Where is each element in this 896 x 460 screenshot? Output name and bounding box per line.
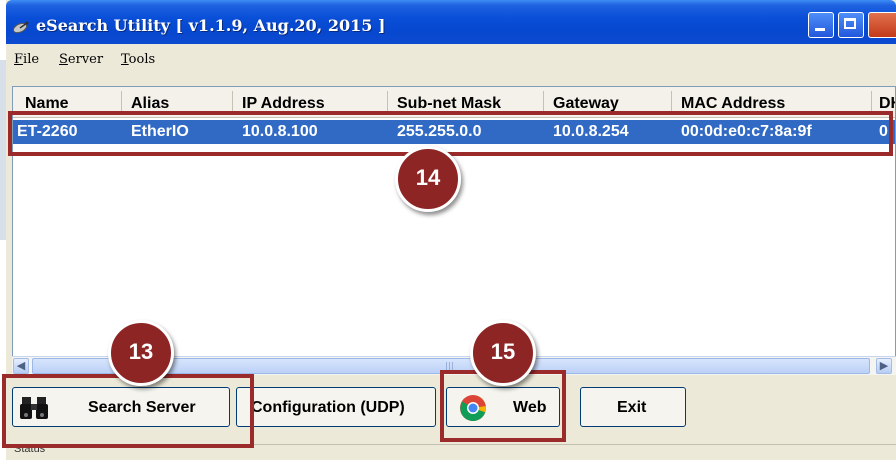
satellite-dish-icon [12,21,29,34]
close-button[interactable] [868,12,896,38]
menu-bar: File Server Tools [6,44,896,74]
callout-badge-15: 15 [470,320,536,386]
callout-badge-13: 13 [108,320,174,386]
highlight-box-selected-row [8,111,893,156]
scroll-left-button[interactable]: ◀ [13,358,29,374]
configuration-udp-label: Configuration (UDP) [251,399,405,416]
column-divider[interactable] [121,91,122,113]
scroll-right-button[interactable]: ▶ [876,358,892,374]
exit-button[interactable]: Exit [580,387,686,427]
column-divider[interactable] [387,91,388,113]
exit-label: Exit [617,399,647,416]
menu-server[interactable]: Server [59,52,103,67]
highlight-box-search-server [2,374,254,448]
column-divider[interactable] [232,91,233,113]
column-divider[interactable] [671,91,672,113]
menu-tools[interactable]: Tools [121,52,155,67]
configuration-udp-button[interactable]: Configuration (UDP) [236,387,436,427]
minimize-button[interactable] [808,12,834,38]
column-divider[interactable] [871,91,872,113]
maximize-button[interactable] [838,12,864,38]
title-bar[interactable]: eSearch Utility [ v1.1.9, Aug.20, 2015 ] [6,0,896,44]
callout-badge-14: 14 [395,146,461,212]
window-title: eSearch Utility [ v1.1.9, Aug.20, 2015 ] [36,16,386,35]
column-divider[interactable] [543,91,544,113]
menu-file[interactable]: File [14,52,39,67]
